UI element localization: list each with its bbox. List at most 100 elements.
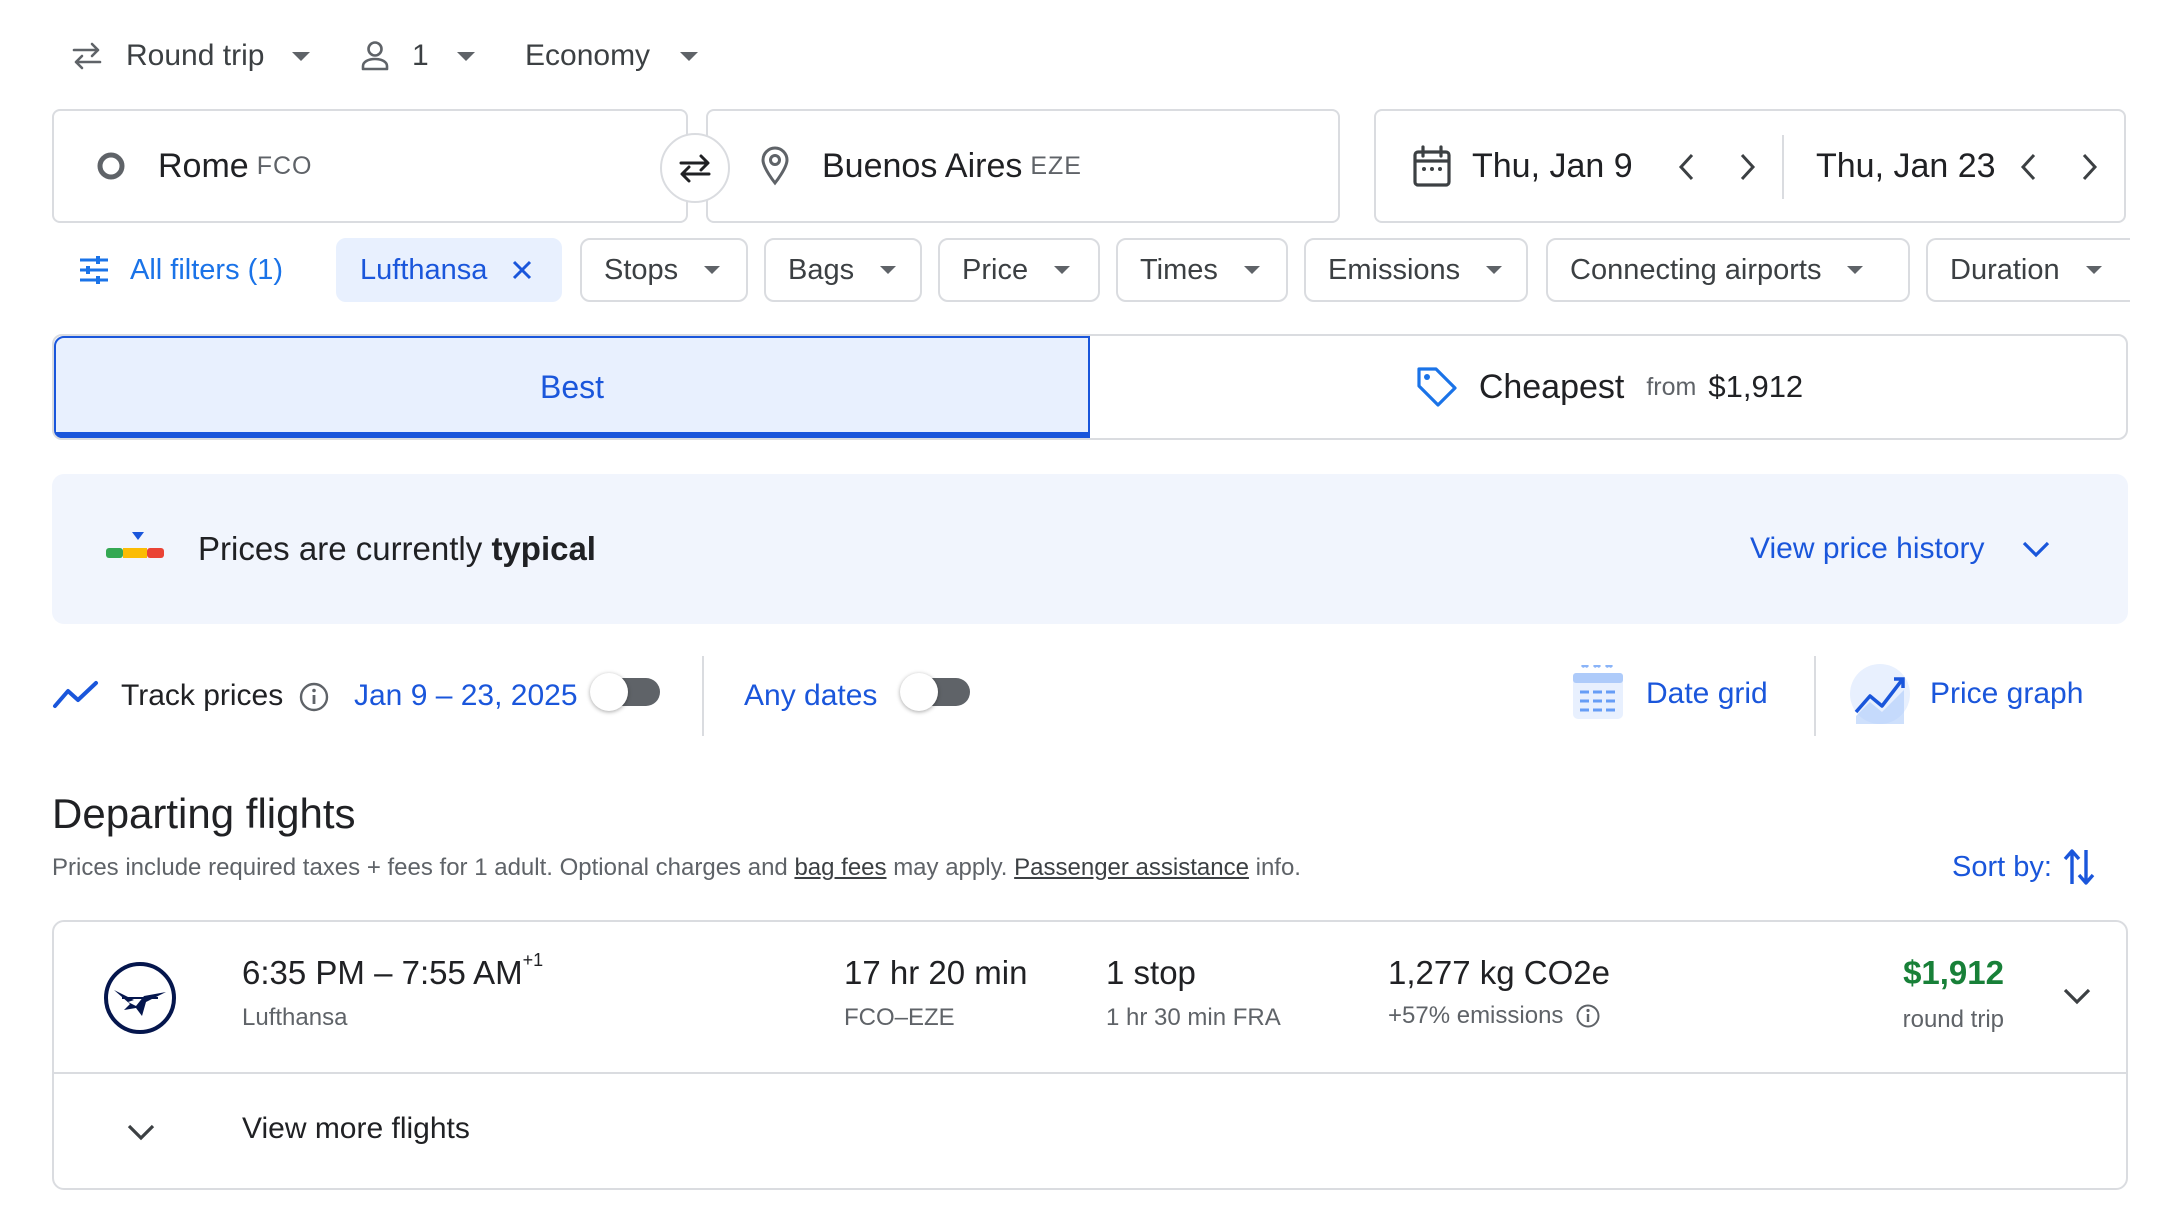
sort-by-label: Sort by:	[1952, 850, 2052, 883]
flight-duration: 17 hr 20 min	[844, 954, 1028, 991]
times-label: Times	[1140, 253, 1218, 286]
day-offset: +1	[522, 950, 544, 970]
tune-icon	[78, 255, 110, 285]
tab-best[interactable]: Best	[54, 336, 1090, 438]
all-filters-button[interactable]: All filters (1)	[78, 238, 283, 302]
trip-type-label: Round trip	[126, 39, 265, 72]
depart-date[interactable]: Thu, Jan 9	[1472, 147, 1633, 186]
price-note: Prices include required taxes + fees for…	[52, 854, 1301, 882]
chevron-down-icon	[456, 51, 475, 61]
info-icon[interactable]	[298, 681, 330, 713]
trip-type-select[interactable]: Round trip	[70, 30, 311, 82]
chevron-down-icon	[880, 266, 897, 274]
chevron-right-icon[interactable]	[1736, 151, 1758, 183]
flight-times: 6:35 PM – 7:55 AM+1	[242, 950, 543, 992]
flight-time-range: 6:35 PM – 7:55 AM	[242, 954, 523, 991]
track-prices-label: Track prices	[121, 679, 284, 712]
flight-stops: 1 stop	[1106, 954, 1196, 991]
chevron-left-icon[interactable]	[2018, 151, 2040, 183]
destination-code: EZE	[1030, 151, 1082, 180]
emissions-filter-chip[interactable]: Emissions	[1304, 238, 1528, 302]
price-note-text: Prices include required taxes + fees for…	[52, 854, 788, 881]
view-more-flights-row[interactable]: View more flights	[54, 1074, 2126, 1188]
swap-locations-button[interactable]	[660, 133, 730, 203]
divider	[1782, 135, 1784, 199]
bags-label: Bags	[788, 253, 855, 286]
price-graph-icon	[1848, 662, 1912, 726]
passenger-assistance-link[interactable]: Passenger assistance	[1014, 854, 1249, 881]
sort-by-button[interactable]: Sort by:	[1952, 842, 2096, 892]
origin-field[interactable]: Rome FCO	[52, 109, 688, 223]
view-price-history-button[interactable]: View price history	[1750, 526, 2051, 572]
date-grid-label: Date grid	[1646, 677, 1768, 710]
price-insight-prefix: Prices are currently	[198, 530, 483, 567]
location-pin-icon	[760, 146, 790, 186]
chevron-down-icon	[2021, 539, 2051, 559]
cheapest-price: $1,912	[1708, 369, 1804, 404]
stops-label: Stops	[604, 253, 679, 286]
divider	[702, 656, 704, 736]
date-grid-icon	[1570, 665, 1626, 723]
price-filter-chip[interactable]: Price	[938, 238, 1100, 302]
airline-filter-chip[interactable]: Lufthansa	[336, 238, 562, 302]
chevron-down-icon	[1243, 266, 1260, 274]
bag-fees-link[interactable]: bag fees	[794, 854, 886, 881]
emissions-label: Emissions	[1328, 253, 1461, 286]
flight-route: FCO–EZE	[844, 1004, 955, 1031]
flight-airline: Lufthansa	[242, 1004, 348, 1031]
swap-arrows-icon	[70, 41, 104, 71]
date-grid-button[interactable]: Date grid	[1570, 662, 1768, 726]
tab-cheapest-label: Cheapest	[1478, 367, 1625, 406]
times-filter-chip[interactable]: Times	[1116, 238, 1288, 302]
price-tag-icon	[1415, 365, 1459, 409]
date-range-field[interactable]: Thu, Jan 9 Thu, Jan 23	[1374, 109, 2126, 223]
return-date[interactable]: Thu, Jan 23	[1816, 147, 1996, 186]
person-icon	[360, 40, 390, 72]
lufthansa-logo-icon	[102, 960, 178, 1036]
price-graph-label: Price graph	[1930, 677, 2084, 710]
connecting-airports-label: Connecting airports	[1570, 253, 1822, 286]
destination-field[interactable]: Buenos Aires EZE	[706, 109, 1340, 223]
track-date-range: Jan 9 – 23, 2025	[354, 679, 578, 712]
cabin-class-label: Economy	[525, 39, 651, 72]
price-graph-button[interactable]: Price graph	[1848, 660, 2083, 728]
cabin-class-select[interactable]: Economy	[525, 30, 699, 82]
price-insight-level: typical	[491, 530, 596, 567]
chevron-down-icon	[1054, 266, 1071, 274]
chevron-right-icon[interactable]	[2078, 151, 2100, 183]
duration-filter-chip[interactable]: Duration	[1926, 238, 2130, 302]
chevron-down-icon	[1486, 266, 1503, 274]
chevron-down-icon	[292, 51, 311, 61]
price-level-indicator-icon	[106, 530, 166, 564]
duration-label: Duration	[1950, 253, 2060, 286]
any-dates-label: Any dates	[744, 679, 878, 712]
cheapest-from-label: from	[1646, 372, 1697, 401]
any-dates-toggle[interactable]	[898, 670, 978, 720]
connecting-airports-filter-chip[interactable]: Connecting airports	[1546, 238, 1910, 302]
chevron-down-icon	[680, 51, 699, 61]
flight-list: 6:35 PM – 7:55 AM+1 Lufthansa 17 hr 20 m…	[52, 920, 2128, 1190]
chevron-left-icon[interactable]	[1676, 151, 1698, 183]
flight-price: $1,912	[1903, 954, 2004, 991]
destination-city: Buenos Aires	[822, 146, 1023, 185]
tab-best-label: Best	[539, 368, 605, 405]
passenger-select[interactable]: 1	[360, 30, 475, 82]
flight-emissions: 1,277 kg CO2e	[1388, 954, 1610, 991]
flight-layover: 1 hr 30 min FRA	[1106, 1004, 1281, 1031]
bags-filter-chip[interactable]: Bags	[764, 238, 922, 302]
view-price-history-label: View price history	[1750, 532, 1985, 565]
track-prices-toggle[interactable]	[588, 670, 668, 720]
close-icon[interactable]	[511, 259, 533, 281]
sort-tabs: Best Cheapest from $1,912	[52, 334, 2128, 440]
price-label: Price	[962, 253, 1029, 286]
price-note-text: info.	[1255, 854, 1301, 881]
stops-filter-chip[interactable]: Stops	[580, 238, 748, 302]
calendar-icon	[1412, 145, 1452, 189]
swap-arrows-icon	[675, 152, 715, 184]
price-insight-text: Prices are currently typical	[198, 530, 596, 568]
flight-emissions-delta: +57% emissions	[1388, 1002, 1601, 1030]
info-icon[interactable]	[1575, 1003, 1601, 1029]
tab-cheapest[interactable]: Cheapest from $1,912	[1090, 336, 2126, 438]
flight-row[interactable]: 6:35 PM – 7:55 AM+1 Lufthansa 17 hr 20 m…	[54, 922, 2126, 1074]
chevron-down-icon[interactable]	[2062, 986, 2092, 1006]
